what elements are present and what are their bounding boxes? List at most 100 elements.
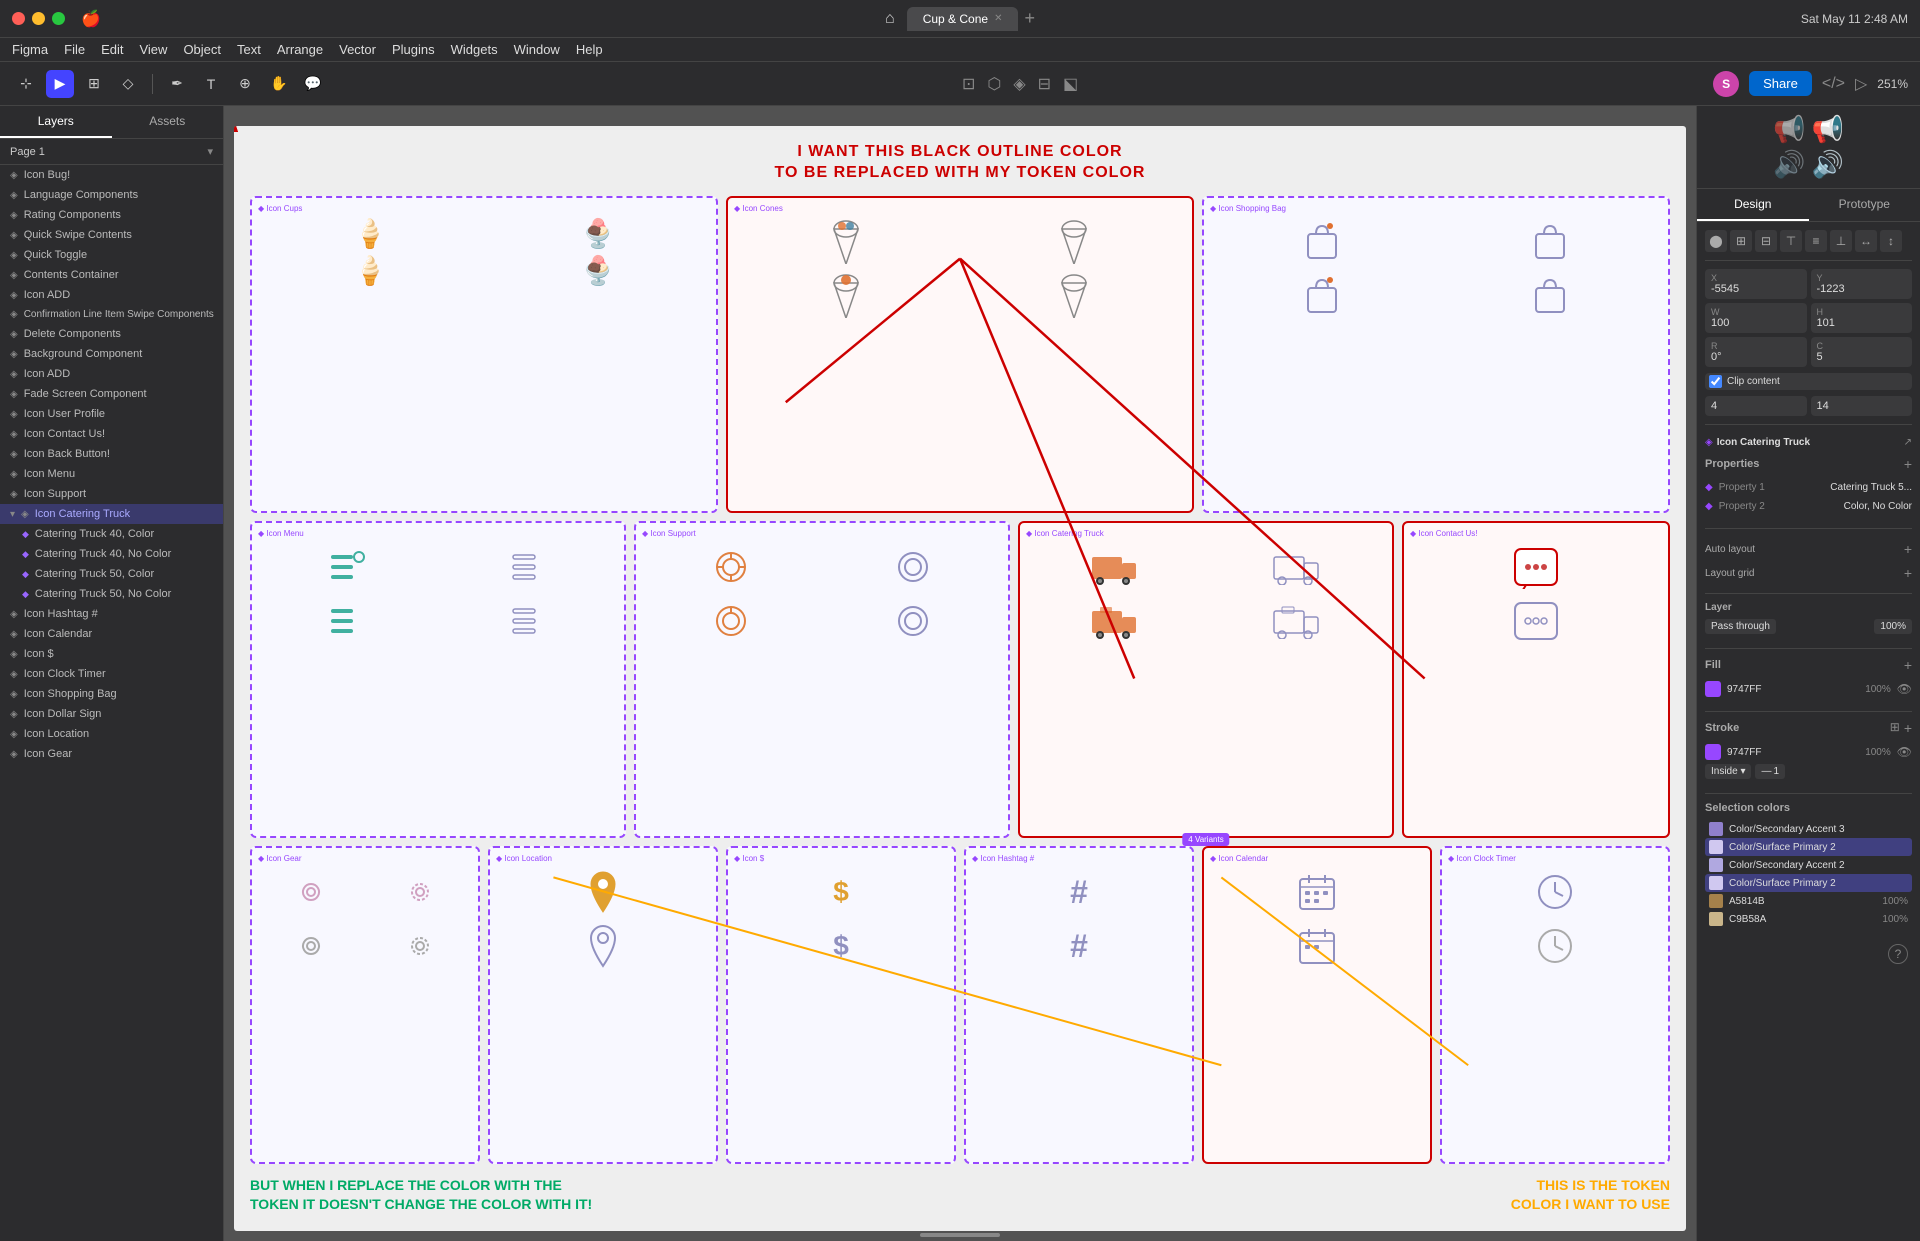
sel-color-4-swatch[interactable] (1709, 876, 1723, 890)
clip-content-checkbox[interactable] (1709, 375, 1722, 388)
code-icon[interactable]: </> (1822, 75, 1845, 93)
opacity-field[interactable]: 100% (1874, 619, 1912, 634)
align-top-btn[interactable]: ⊤ (1780, 230, 1802, 252)
stroke-add-icon[interactable]: + (1904, 720, 1912, 736)
layer-item-language-components[interactable]: ◈ Language Components (0, 185, 223, 205)
layer-item-icon-back-button[interactable]: ◈ Icon Back Button! (0, 444, 223, 464)
stroke-position-select[interactable]: Inside ▾ (1705, 764, 1751, 779)
frame-tool[interactable]: ⊞ (80, 70, 108, 98)
c-field[interactable]: C 5 (1811, 337, 1913, 367)
fill-visibility-icon[interactable]: 👁 (1897, 682, 1912, 696)
v2-field[interactable]: 14 (1811, 396, 1913, 416)
layout-grid-add-icon[interactable]: + (1904, 565, 1912, 581)
fill-add-icon[interactable]: + (1904, 657, 1912, 673)
tab-assets[interactable]: Assets (112, 106, 224, 138)
sel-color-2-row[interactable]: Color/Surface Primary 2 (1705, 838, 1912, 856)
layer-item-icon-clock-timer[interactable]: ◈ Icon Clock Timer (0, 664, 223, 684)
select-tool[interactable]: ▶ (46, 70, 74, 98)
align-middle-btn[interactable]: ≡ (1805, 230, 1827, 252)
align-left-btn[interactable]: ⬤ (1705, 230, 1727, 252)
layer-item-icon-add-2[interactable]: ◈ Icon ADD (0, 364, 223, 384)
shape-tool[interactable]: ◇ (114, 70, 142, 98)
w-field[interactable]: W 100 (1705, 303, 1807, 333)
layer-item-icon-dollar-sign[interactable]: ◈ Icon Dollar Sign (0, 704, 223, 724)
layer-item-icon-menu[interactable]: ◈ Icon Menu (0, 464, 223, 484)
canvas-area[interactable]: I WANT THIS BLACK OUTLINE COLOR TO BE RE… (224, 106, 1696, 1241)
sel-color-6-swatch[interactable] (1709, 912, 1723, 926)
component-edit-icon[interactable]: ↗ (1904, 437, 1912, 448)
layer-item-icon-support[interactable]: ◈ Icon Support (0, 484, 223, 504)
layer-item-rating-components[interactable]: ◈ Rating Components (0, 205, 223, 225)
close-button[interactable] (12, 12, 25, 25)
x-field[interactable]: X -5545 (1705, 269, 1807, 299)
sel-color-2-swatch[interactable] (1709, 840, 1723, 854)
menu-help[interactable]: Help (576, 42, 603, 57)
properties-add-icon[interactable]: + (1904, 456, 1912, 472)
new-tab-button[interactable]: + (1024, 8, 1035, 29)
layer-item-icon-hashtag[interactable]: ◈ Icon Hashtag # (0, 604, 223, 624)
layer-item-contents-container[interactable]: ◈ Contents Container (0, 265, 223, 285)
page-selector[interactable]: Page 1 ▾ (0, 139, 223, 165)
menu-object[interactable]: Object (183, 42, 221, 57)
comment-tool[interactable]: 💬 (299, 70, 327, 98)
hand-tool[interactable]: ✋ (265, 70, 293, 98)
tab-design[interactable]: Design (1697, 189, 1809, 221)
layer-item-catering-40-color[interactable]: ◆ Catering Truck 40, Color (0, 524, 223, 544)
center-icon-1[interactable]: ⊡ (962, 74, 975, 94)
menu-plugins[interactable]: Plugins (392, 42, 435, 57)
blend-mode-select[interactable]: Pass through (1705, 619, 1776, 634)
layer-item-icon-shopping-bag[interactable]: ◈ Icon Shopping Bag (0, 684, 223, 704)
layer-item-catering-50-no-color[interactable]: ◆ Catering Truck 50, No Color (0, 584, 223, 604)
tab-close-icon[interactable]: ✕ (994, 13, 1002, 24)
page-dropdown-icon[interactable]: ▾ (207, 145, 213, 158)
text-tool[interactable]: T (197, 70, 225, 98)
move-tool[interactable]: ⊹ (12, 70, 40, 98)
center-icon-3[interactable]: ◈ (1013, 74, 1025, 94)
menu-vector[interactable]: Vector (339, 42, 376, 57)
layer-item-catering-40-no-color[interactable]: ◆ Catering Truck 40, No Color (0, 544, 223, 564)
help-icon[interactable]: ? (1888, 944, 1908, 964)
center-icon-4[interactable]: ⊟ (1038, 74, 1051, 94)
align-center-btn[interactable]: ⊞ (1730, 230, 1752, 252)
auto-layout-add-icon[interactable]: + (1904, 541, 1912, 557)
center-icon-2[interactable]: ⬡ (987, 74, 1001, 94)
layer-item-quick-toggle[interactable]: ◈ Quick Toggle (0, 245, 223, 265)
canvas-scrollbar[interactable] (920, 1233, 1000, 1237)
stroke-grid-icon[interactable]: ⊞ (1890, 720, 1900, 736)
r-field[interactable]: R 0° (1705, 337, 1807, 367)
pen-tool[interactable]: ✒ (163, 70, 191, 98)
layer-item-confirmation[interactable]: ◈ Confirmation Line Item Swipe Component… (0, 305, 223, 324)
layer-item-background-component[interactable]: ◈ Background Component (0, 344, 223, 364)
component-tool[interactable]: ⊕ (231, 70, 259, 98)
menu-edit[interactable]: Edit (101, 42, 123, 57)
menu-arrange[interactable]: Arrange (277, 42, 323, 57)
layer-item-fade-screen[interactable]: ◈ Fade Screen Component (0, 384, 223, 404)
y-field[interactable]: Y -1223 (1811, 269, 1913, 299)
layer-item-icon-gear[interactable]: ◈ Icon Gear (0, 744, 223, 764)
v1-field[interactable]: 4 (1705, 396, 1807, 416)
fill-color-swatch[interactable] (1705, 681, 1721, 697)
tab-prototype[interactable]: Prototype (1809, 189, 1920, 221)
sel-color-4-row[interactable]: Color/Surface Primary 2 (1705, 874, 1912, 892)
sel-color-3-swatch[interactable] (1709, 858, 1723, 872)
menu-window[interactable]: Window (514, 42, 560, 57)
play-icon[interactable]: ▷ (1855, 74, 1867, 94)
layer-item-icon-calendar[interactable]: ◈ Icon Calendar (0, 624, 223, 644)
sel-color-5-swatch[interactable] (1709, 894, 1723, 908)
minimize-button[interactable] (32, 12, 45, 25)
align-right-btn[interactable]: ⊟ (1755, 230, 1777, 252)
layer-item-icon-dollar[interactable]: ◈ Icon $ (0, 644, 223, 664)
sel-color-1-swatch[interactable] (1709, 822, 1723, 836)
layer-item-quick-swipe[interactable]: ◈ Quick Swipe Contents (0, 225, 223, 245)
menu-file[interactable]: File (64, 42, 85, 57)
menu-figma[interactable]: Figma (12, 42, 48, 57)
maximize-button[interactable] (52, 12, 65, 25)
distribute-v-btn[interactable]: ↕ (1880, 230, 1902, 252)
layer-item-icon-bug[interactable]: ◈ Icon Bug! (0, 165, 223, 185)
zoom-level[interactable]: 251% (1877, 77, 1908, 91)
center-icon-5[interactable]: ⬕ (1063, 74, 1078, 94)
h-field[interactable]: H 101 (1811, 303, 1913, 333)
home-icon[interactable]: ⌂ (885, 10, 895, 28)
tab-layers[interactable]: Layers (0, 106, 112, 138)
layer-item-catering-50-color[interactable]: ◆ Catering Truck 50, Color (0, 564, 223, 584)
